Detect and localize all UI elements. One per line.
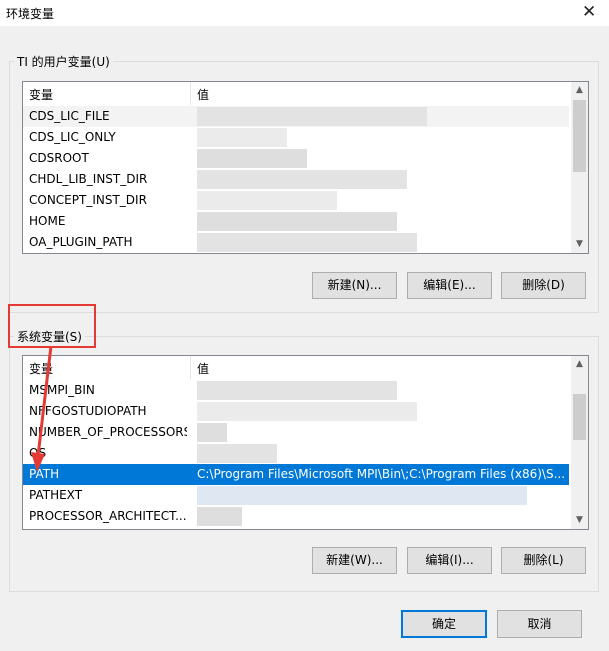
- redacted-value: [197, 128, 287, 147]
- vertical-scrollbar[interactable]: ▲ ▼: [571, 356, 588, 529]
- window-title: 环境变量: [6, 7, 55, 21]
- variable-name: MSMPI_BIN: [29, 383, 95, 397]
- column-header-value[interactable]: 值: [197, 86, 209, 103]
- column-header-variable[interactable]: 变量: [29, 86, 53, 103]
- list-item[interactable]: PROCESSOR_ARCHITECT...: [23, 506, 569, 527]
- redacted-value: [197, 402, 417, 421]
- variable-name: CDS_LIC_FILE: [29, 109, 110, 123]
- system-new-button[interactable]: 新建(W)...: [312, 547, 397, 574]
- system-variables-list[interactable]: 变量 值 MSMPI_BIN NFFGOSTUDIOPATH NUMBER_OF…: [22, 355, 589, 530]
- redacted-value: [197, 381, 397, 400]
- variable-name: OA_PLUGIN_PATH: [29, 235, 133, 249]
- variable-name: PATHEXT: [29, 488, 83, 502]
- scrollbar-thumb[interactable]: [573, 100, 586, 172]
- variable-name: NUMBER_OF_PROCESSORS: [29, 425, 187, 439]
- column-separator[interactable]: [190, 356, 191, 379]
- redacted-value: [197, 507, 242, 526]
- variable-name: CHDL_LIB_INST_DIR: [29, 172, 148, 186]
- variable-value: C:\Program Files\Microsoft MPI\Bin\;C:\P…: [197, 467, 565, 481]
- scroll-up-arrow-icon[interactable]: ▲: [571, 82, 588, 99]
- system-edit-button[interactable]: 编辑(I)...: [407, 547, 492, 574]
- column-header-value[interactable]: 值: [197, 360, 209, 377]
- user-delete-button[interactable]: 删除(D): [501, 272, 586, 299]
- scrollbar-thumb[interactable]: [573, 394, 586, 440]
- list-item-selected[interactable]: PATH C:\Program Files\Microsoft MPI\Bin\…: [23, 464, 569, 485]
- redacted-value: [197, 212, 397, 231]
- list-header: 变量 值: [23, 356, 588, 379]
- redacted-value: [197, 149, 307, 168]
- redacted-value: [197, 423, 227, 442]
- variable-name: CONCEPT_INST_DIR: [29, 193, 147, 207]
- list-header: 变量 值: [23, 82, 588, 105]
- redacted-value: [197, 486, 527, 505]
- variable-name: OS: [29, 446, 47, 460]
- annotation-highlight-box: [8, 304, 96, 348]
- redacted-value: [197, 170, 407, 189]
- variable-name: PROCESSOR_ARCHITECT...: [29, 509, 187, 523]
- list-item[interactable]: CDS_LIC_ONLY: [23, 127, 569, 148]
- ok-button[interactable]: 确定: [401, 610, 487, 638]
- column-separator[interactable]: [190, 82, 191, 105]
- user-edit-button[interactable]: 编辑(E)...: [407, 272, 492, 299]
- user-new-button[interactable]: 新建(N)...: [312, 272, 397, 299]
- close-icon[interactable]: ✕: [582, 2, 596, 22]
- cancel-button[interactable]: 取消: [497, 610, 582, 638]
- scroll-up-arrow-icon[interactable]: ▲: [571, 356, 588, 373]
- variable-name: NFFGOSTUDIOPATH: [29, 404, 147, 418]
- redacted-value: [197, 191, 337, 210]
- title-bar: 环境变量 ✕: [0, 0, 609, 26]
- system-delete-button[interactable]: 删除(L): [501, 547, 586, 574]
- list-item[interactable]: NUMBER_OF_PROCESSORS: [23, 422, 569, 443]
- redacted-value: [197, 233, 417, 252]
- user-variables-group-label: TI 的用户变量(U): [14, 53, 113, 70]
- user-variables-list[interactable]: 变量 值 CDS_LIC_FILE CDS_LIC_ONLY CDSROOT C…: [22, 81, 589, 254]
- column-header-variable[interactable]: 变量: [29, 360, 53, 377]
- vertical-scrollbar[interactable]: ▲ ▼: [571, 82, 588, 253]
- redacted-value: [197, 107, 427, 126]
- list-item[interactable]: OS: [23, 443, 569, 464]
- variable-name: PATH: [29, 467, 60, 481]
- scroll-down-arrow-icon[interactable]: ▼: [571, 236, 588, 253]
- variable-name: CDS_LIC_ONLY: [29, 130, 116, 144]
- redacted-value: [197, 444, 277, 463]
- variable-name: HOME: [29, 214, 66, 228]
- scroll-down-arrow-icon[interactable]: ▼: [571, 512, 588, 529]
- variable-name: CDSROOT: [29, 151, 89, 165]
